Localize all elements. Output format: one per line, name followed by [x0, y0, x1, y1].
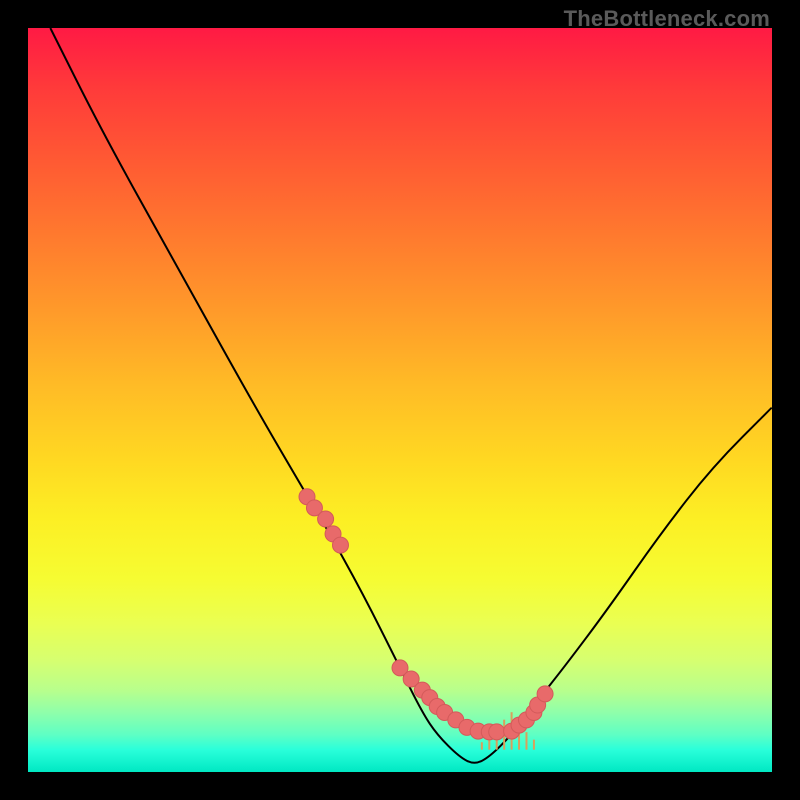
chart-marker-dot — [459, 719, 475, 735]
chart-markers — [299, 489, 553, 740]
chart-marker-dot — [504, 723, 520, 739]
chart-marker-dot — [526, 704, 542, 720]
chart-marker-dot — [325, 526, 341, 542]
chart-marker-dot — [481, 724, 497, 740]
chart-marker-dot — [422, 690, 438, 706]
chart-marker-dot — [437, 704, 453, 720]
chart-marker-dot — [332, 537, 348, 553]
chart-marker-dot — [448, 712, 464, 728]
chart-marker-dot — [511, 717, 527, 733]
chart-marker-dot — [318, 511, 334, 527]
chart-marker-dot — [530, 697, 546, 713]
bottleneck-curve — [50, 28, 772, 763]
chart-marker-dot — [470, 723, 486, 739]
chart-marker-dot — [299, 489, 315, 505]
chart-marker-dot — [392, 660, 408, 676]
chart-svg — [28, 28, 772, 772]
chart-ticks — [482, 712, 534, 750]
chart-marker-dot — [518, 712, 534, 728]
chart-marker-dot — [306, 500, 322, 516]
chart-marker-dot — [537, 686, 553, 702]
chart-marker-dot — [414, 682, 430, 698]
chart-plot-area — [28, 28, 772, 772]
chart-marker-dot — [403, 671, 419, 687]
chart-marker-dot — [489, 724, 505, 740]
chart-marker-dot — [429, 699, 445, 715]
chart-frame: TheBottleneck.com — [0, 0, 800, 800]
watermark-text: TheBottleneck.com — [564, 6, 770, 32]
